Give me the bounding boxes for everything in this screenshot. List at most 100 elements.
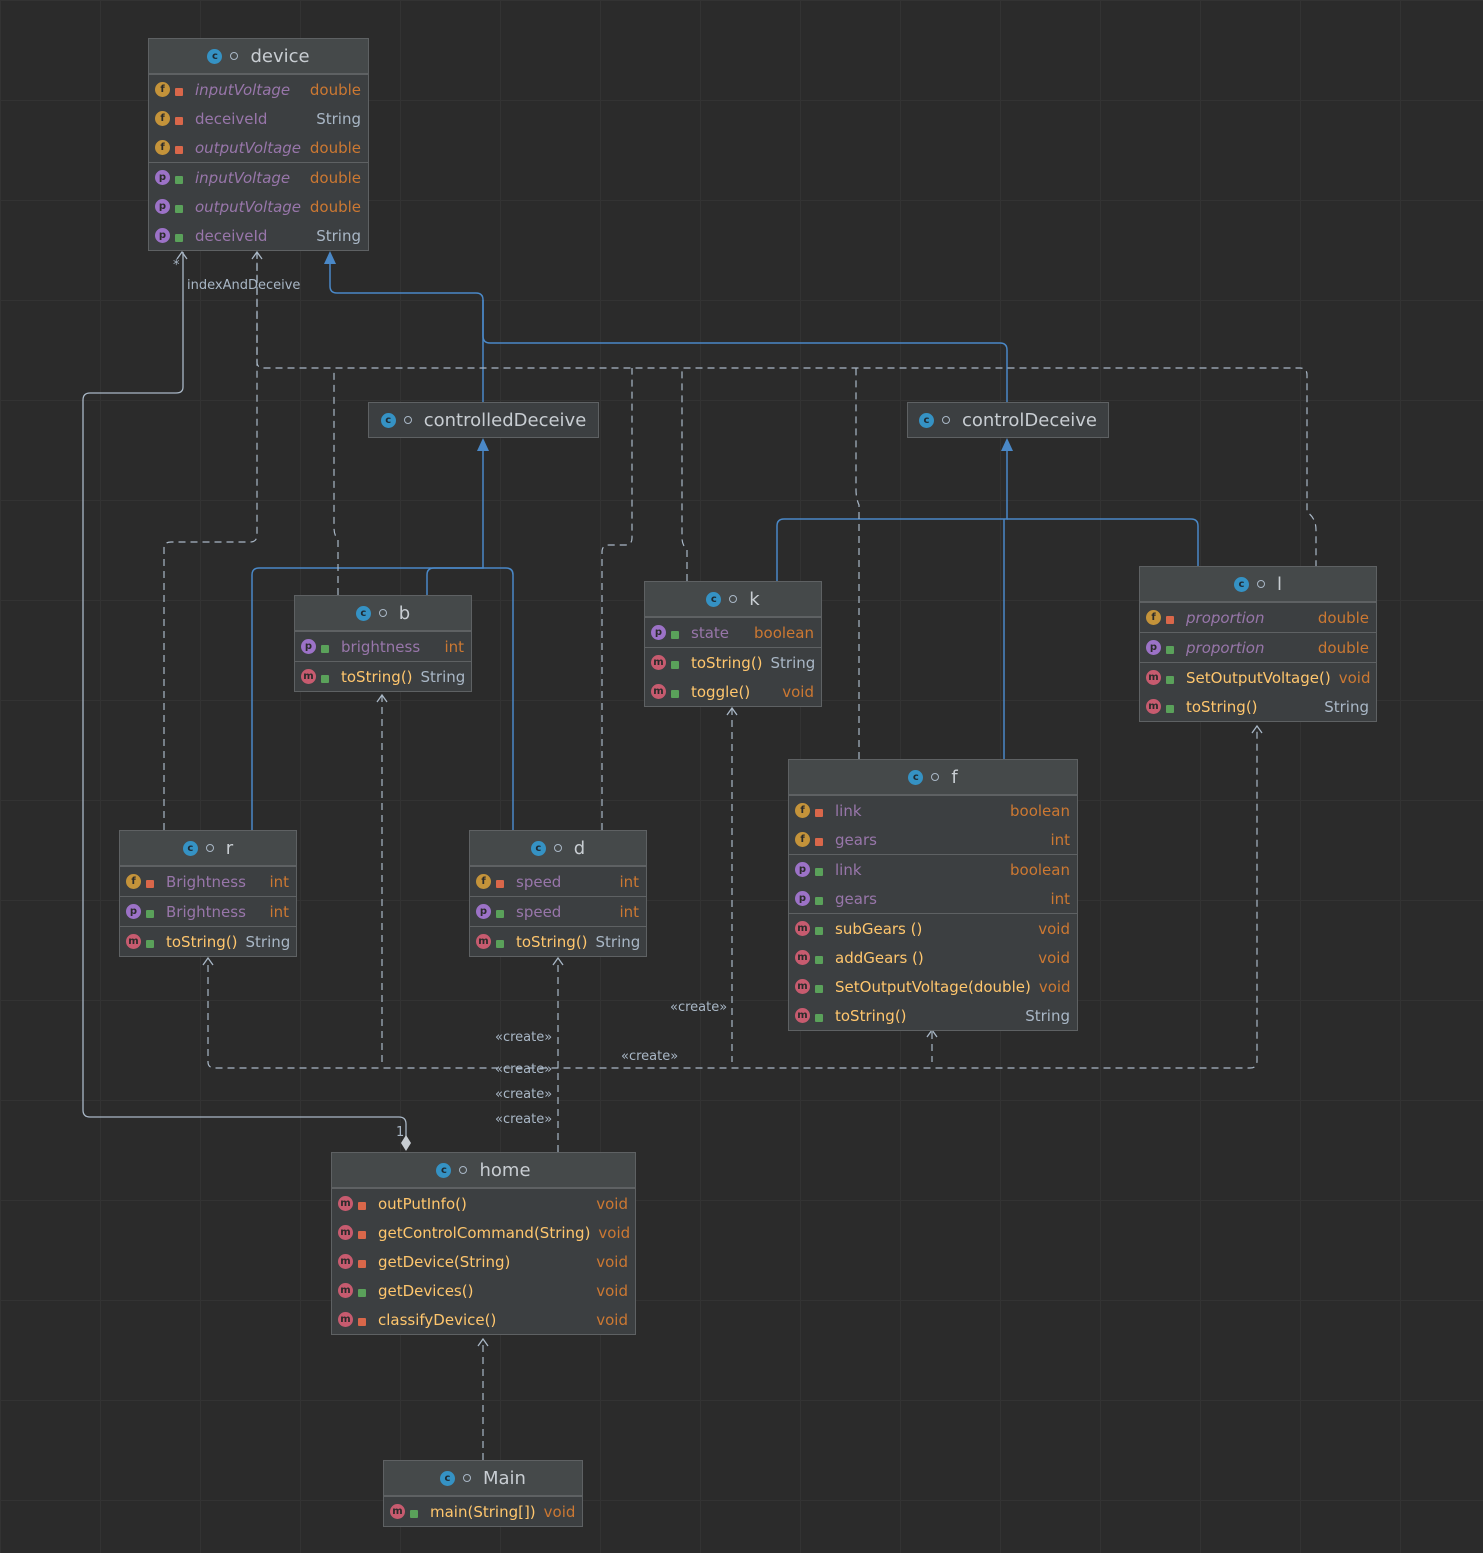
- field-row[interactable]: f deceiveId String: [149, 104, 368, 133]
- class-d[interactable]: c d f speed int p speed int m toString() String: [469, 830, 647, 957]
- field-icon: f: [1146, 610, 1161, 625]
- property-icon: p: [651, 625, 666, 640]
- property-row[interactable]: p link boolean: [789, 855, 1077, 884]
- class-name: b: [398, 602, 411, 624]
- property-row[interactable]: p deceiveId String: [149, 221, 368, 250]
- field-icon: f: [126, 874, 141, 889]
- member-group: f link boolean f gears int: [789, 795, 1077, 854]
- method-row[interactable]: m toString() String: [470, 927, 646, 956]
- member-type: String: [770, 653, 816, 672]
- field-row[interactable]: f Brightness int: [120, 867, 296, 896]
- property-icon: p: [126, 904, 141, 919]
- class-f[interactable]: c f f link boolean f gears int p link boolean p gear…: [788, 759, 1078, 1031]
- field-row[interactable]: f inputVoltage double: [149, 75, 368, 104]
- method-icon: m: [795, 1008, 810, 1023]
- class-k[interactable]: c k p state boolean m toString() String m toggle(…: [644, 581, 822, 707]
- class-header[interactable]: c Main: [384, 1461, 582, 1496]
- member-name: link: [835, 801, 862, 820]
- method-row[interactable]: m getControlCommand(String) void: [332, 1218, 635, 1247]
- class-header[interactable]: c home: [332, 1153, 635, 1188]
- class-icon: c: [182, 840, 198, 856]
- inherit-d: [483, 567, 514, 830]
- property-row[interactable]: p state boolean: [645, 618, 821, 647]
- method-row[interactable]: m toggle() void: [645, 677, 821, 706]
- field-row[interactable]: f proportion double: [1140, 603, 1376, 632]
- member-type: void: [1038, 977, 1071, 996]
- field-row[interactable]: f link boolean: [789, 796, 1077, 825]
- member-type: void: [598, 1223, 631, 1242]
- class-header[interactable]: cl: [1140, 567, 1376, 602]
- field-row[interactable]: f gears int: [789, 825, 1077, 854]
- property-icon: p: [155, 228, 170, 243]
- private-lock-icon: [358, 1230, 366, 1239]
- class-b[interactable]: c b p brightness int m toString() String: [294, 595, 472, 692]
- member-name: toString(): [341, 667, 413, 686]
- class-controlledDeceive[interactable]: c controlledDeceive: [368, 402, 599, 438]
- member-name: SetOutputVoltage(): [1186, 668, 1331, 687]
- field-row[interactable]: f outputVoltage double: [149, 133, 368, 162]
- class-home[interactable]: c home m outPutInfo() void m getControlCommand…: [331, 1152, 636, 1335]
- method-row[interactable]: m toString() String: [1140, 692, 1376, 721]
- method-row[interactable]: m SetOutputVoltage(double) void: [789, 972, 1077, 1001]
- class-r[interactable]: c r f Brightness int p Brightness int m toString(…: [119, 830, 297, 957]
- method-row[interactable]: m getDevice(String) void: [332, 1247, 635, 1276]
- member-type: int: [269, 872, 289, 891]
- member-type: double: [309, 168, 361, 187]
- method-row[interactable]: m addGears () void: [789, 943, 1077, 972]
- class-header[interactable]: c device: [149, 39, 368, 74]
- method-row[interactable]: m outPutInfo() void: [332, 1189, 635, 1218]
- method-icon: m: [338, 1312, 353, 1327]
- member-name: outPutInfo(): [378, 1194, 467, 1213]
- member-name: deceiveId: [195, 109, 268, 128]
- class-header[interactable]: cf: [789, 760, 1077, 795]
- method-row[interactable]: m subGears () void: [789, 914, 1077, 943]
- create-label: «create»: [495, 1112, 553, 1127]
- member-type: double: [309, 138, 361, 157]
- method-row[interactable]: m getDevices() void: [332, 1276, 635, 1305]
- private-lock-icon: [175, 87, 183, 96]
- private-lock-icon: [358, 1317, 366, 1326]
- package-visibility-icon: [378, 609, 387, 617]
- class-header[interactable]: c controlDeceive: [908, 403, 1108, 437]
- property-icon: p: [795, 891, 810, 906]
- property-row[interactable]: p inputVoltage double: [149, 163, 368, 192]
- class-header[interactable]: ck: [645, 582, 821, 617]
- method-icon: m: [126, 934, 141, 949]
- property-row[interactable]: p brightness int: [295, 632, 471, 661]
- member-name: proportion: [1186, 638, 1265, 657]
- package-visibility-icon: [941, 416, 950, 424]
- method-row[interactable]: m main(String[]) void: [384, 1497, 582, 1526]
- class-l[interactable]: c l f proportion double p proportion double m Set…: [1139, 566, 1377, 722]
- property-row[interactable]: p outputVoltage double: [149, 192, 368, 221]
- property-row[interactable]: p speed int: [470, 897, 646, 926]
- member-name: state: [691, 623, 729, 642]
- member-type: double: [309, 197, 361, 216]
- class-header[interactable]: cb: [295, 596, 471, 631]
- class-header[interactable]: cr: [120, 831, 296, 866]
- create-label: «create»: [495, 1030, 553, 1045]
- member-type: boolean: [754, 623, 814, 642]
- property-row[interactable]: p gears int: [789, 884, 1077, 913]
- method-icon: m: [301, 669, 316, 684]
- method-row[interactable]: m toString() String: [789, 1001, 1077, 1030]
- method-row[interactable]: m toString() String: [120, 927, 296, 956]
- class-controlDeceive[interactable]: c controlDeceive: [907, 402, 1109, 438]
- method-row[interactable]: m classifyDevice() void: [332, 1305, 635, 1334]
- field-row[interactable]: f speed int: [470, 867, 646, 896]
- package-visibility-icon: [230, 52, 239, 60]
- class-header[interactable]: c controlledDeceive: [369, 403, 598, 437]
- member-type: void: [543, 1502, 576, 1521]
- private-lock-icon: [358, 1259, 366, 1268]
- private-lock-icon: [1166, 615, 1174, 624]
- method-row[interactable]: m toString() String: [295, 662, 471, 691]
- method-row[interactable]: m SetOutputVoltage() void: [1140, 663, 1376, 692]
- property-row[interactable]: p Brightness int: [120, 897, 296, 926]
- member-name: subGears (): [835, 919, 923, 938]
- method-row[interactable]: m toString() String: [645, 648, 821, 677]
- class-device[interactable]: c device f inputVoltage double f deceiveId Stri…: [148, 38, 369, 251]
- member-type: String: [1324, 697, 1369, 716]
- class-header[interactable]: cd: [470, 831, 646, 866]
- member-type: double: [309, 80, 361, 99]
- class-Main[interactable]: c Main m main(String[]) void: [383, 1460, 583, 1527]
- property-row[interactable]: p proportion double: [1140, 633, 1376, 662]
